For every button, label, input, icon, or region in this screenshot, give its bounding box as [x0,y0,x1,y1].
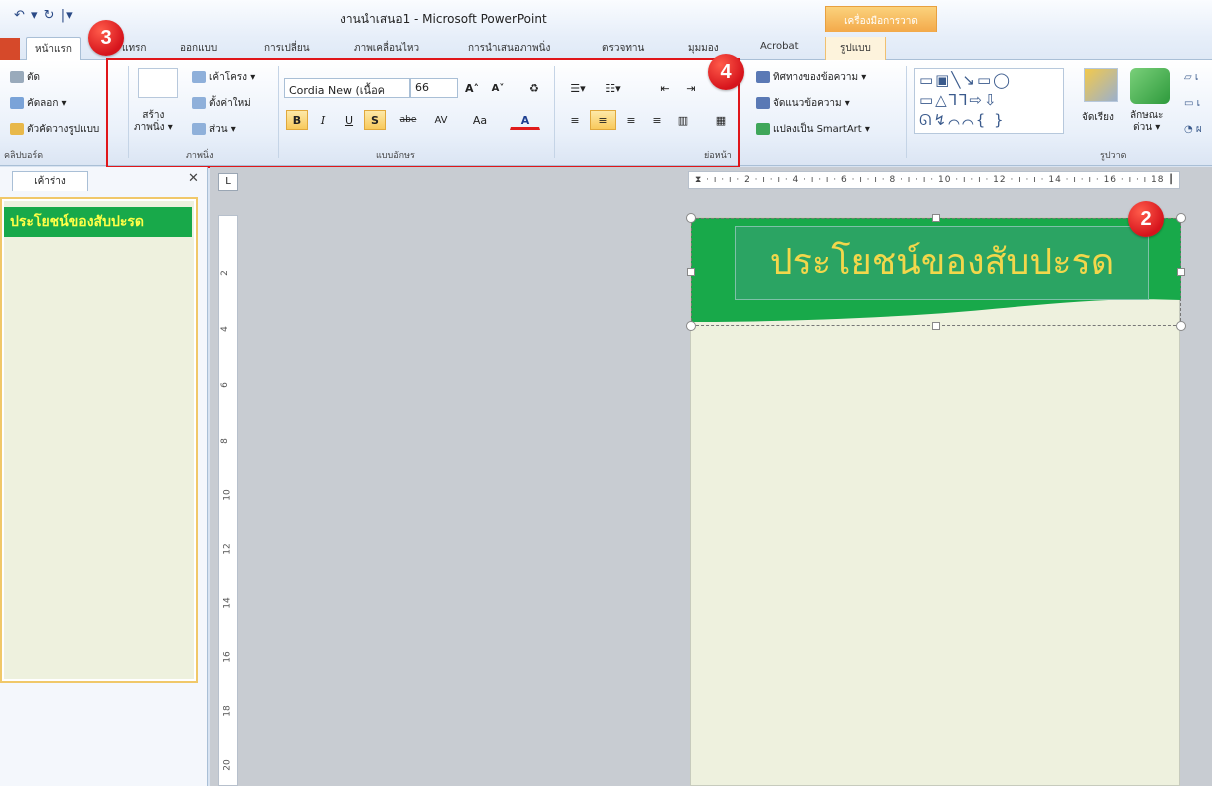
arrange-button[interactable]: จัดเรียง [1082,110,1114,125]
tab-format[interactable]: รูปแบบ [825,37,886,60]
cut-button[interactable]: ตัด [10,70,40,85]
quick-styles-icon[interactable] [1130,68,1170,104]
close-icon[interactable]: ✕ [188,171,199,186]
highlight-box [106,58,740,168]
ruler-mark: 18 [222,705,233,717]
cut-label: ตัด [27,72,40,83]
resize-handle[interactable] [686,321,696,331]
resize-handle[interactable] [1176,321,1186,331]
resize-handle[interactable] [687,268,695,276]
ruler-mark: 8 [219,438,230,444]
tab-acrobat[interactable]: Acrobat [760,41,799,52]
resize-handle[interactable] [686,213,696,223]
title-bar: ↶ ▾ ↻ |▾ งานนำเสนอ1 - Microsoft PowerPoi… [0,0,1212,38]
ruler-mark: 2 [219,270,230,276]
resize-handle[interactable] [932,322,940,330]
slide-thumbnail[interactable]: ประโยชน์ของสับปะรด [0,197,198,683]
callout-badge-2: 2 [1128,201,1164,237]
text-direction-button[interactable]: ทิศทางของข้อความ ▾ [756,70,866,85]
quick-access-toolbar[interactable]: ↶ ▾ ↻ |▾ [14,8,74,23]
thumbnail-title: ประโยชน์ของสับปะรด [4,207,192,237]
format-painter-label: ตัวคัดวางรูปแบบ [27,124,100,135]
resize-handle[interactable] [1177,268,1185,276]
ruler-mark: 4 [219,326,230,332]
tab-slideshow[interactable]: การนำเสนอภาพนิ่ง [468,41,550,56]
quick-styles-button[interactable]: ลักษณะ ด่วน ▾ [1130,110,1163,134]
copy-button[interactable]: คัดลอก ▾ [10,96,67,111]
clipboard-group-label: คลิปบอร์ด [4,151,44,161]
ruler-mark: 6 [219,382,230,388]
file-tab[interactable] [0,38,20,60]
align-text-button[interactable]: จัดแนวข้อความ ▾ [756,96,850,111]
horizontal-ruler[interactable]: ⧗ · ı · ı · 2 · ı · ı · 4 · ı · ı · 6 · … [688,171,1180,189]
tab-outline[interactable]: เค้าร่าง [12,171,88,191]
ruler-mark: 14 [222,597,233,609]
copy-label: คัดลอก ▾ [27,98,67,109]
ruler-mark: 20 [222,759,233,771]
shape-outline-icon[interactable]: ▭ เ [1184,96,1200,111]
tab-review[interactable]: ตรวจทาน [602,41,644,56]
ruler-mark: 12 [222,543,233,555]
tab-insert[interactable]: แทรก [122,41,146,56]
drawing-tools-context-label: เครื่องมือการวาด [825,6,937,32]
shapes-gallery[interactable]: ▭▣╲↘▭◯ ▭△⅂⅂⇨⇩ ᘏ↯⌒⌒{ } [914,68,1064,134]
text-direction-icon [756,71,770,83]
ruler-mark: 16 [222,651,233,663]
text-direction-label: ทิศทางของข้อความ ▾ [773,72,867,83]
selection-outline [691,218,1181,326]
slide[interactable]: ประโยชน์ของสับปะรด [686,213,1186,786]
drawing-group-label: รูปวาด [1100,151,1127,161]
smartart-icon [756,123,770,135]
callout-badge-4: 4 [708,54,744,90]
resize-handle[interactable] [1176,213,1186,223]
tab-animations[interactable]: ภาพเคลื่อนไหว [354,41,419,56]
smartart-label: แปลงเป็น SmartArt ▾ [773,124,870,135]
group-separator [906,66,907,158]
thumbnail-background: ประโยชน์ของสับปะรด [4,201,194,679]
shape-effects-icon[interactable]: ◔ ผ [1184,122,1202,137]
window-title: งานนำเสนอ1 - Microsoft PowerPoint [340,12,547,26]
arrange-icon[interactable] [1084,68,1118,102]
ruler-mark: 10 [222,489,233,501]
resize-handle[interactable] [932,214,940,222]
format-painter-button[interactable]: ตัวคัดวางรูปแบบ [10,122,99,137]
smartart-button[interactable]: แปลงเป็น SmartArt ▾ [756,122,870,137]
slide-editor-canvas: L 2 4 6 8 10 12 14 16 18 20 ⧗ · ı · ı · … [210,167,1212,786]
tab-design[interactable]: ออกแบบ [180,41,217,56]
vertical-ruler: 2 4 6 8 10 12 14 16 18 20 [218,215,238,786]
copy-icon [10,97,24,109]
scissors-icon [10,71,24,83]
align-text-icon [756,97,770,109]
align-text-label: จัดแนวข้อความ ▾ [773,98,850,109]
tab-transitions[interactable]: การเปลี่ยน [264,41,310,56]
tab-view[interactable]: มุมมอง [688,41,719,56]
ruler-tab-selector[interactable]: L [218,173,238,191]
tab-home[interactable]: หน้าแรก [26,37,81,60]
shape-fill-icon[interactable]: ▱ เ [1184,70,1198,85]
paintbrush-icon [10,123,24,135]
ribbon-tabs: หน้าแรก แทรก ออกแบบ การเปลี่ยน ภาพเคลื่อ… [0,37,1212,60]
slides-pane: เค้าร่าง ✕ ประโยชน์ของสับปะรด [0,167,208,786]
callout-badge-3: 3 [88,20,124,56]
